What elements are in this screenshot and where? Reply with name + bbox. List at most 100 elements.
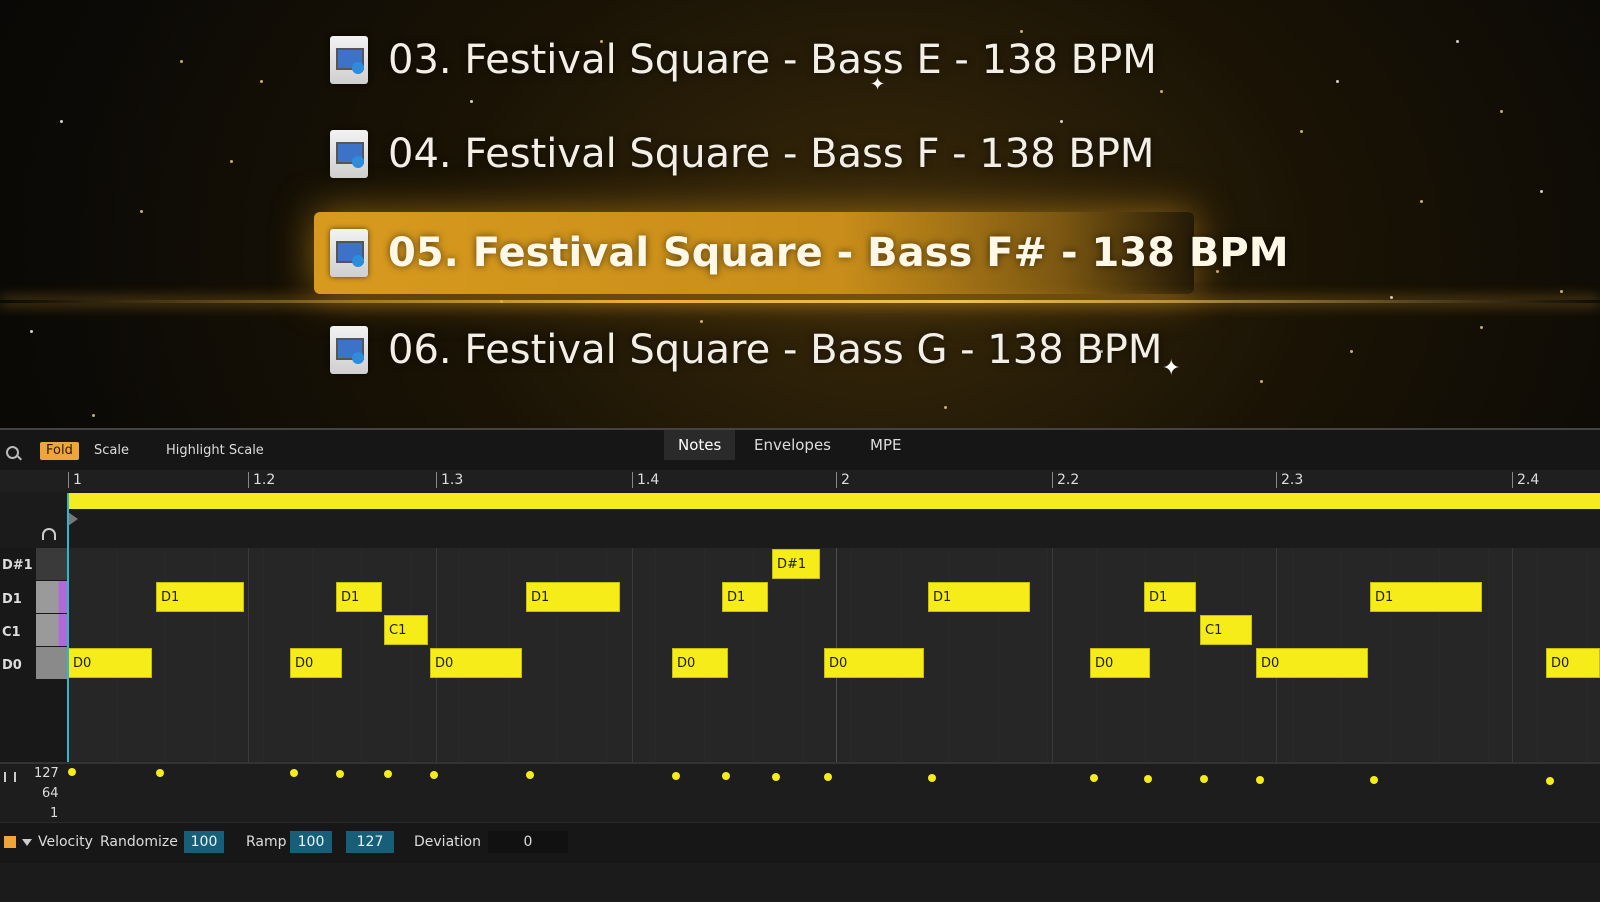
collapse-icon[interactable]: [4, 836, 16, 848]
midi-note[interactable]: D#1: [772, 549, 820, 579]
velocity-dot[interactable]: [1256, 776, 1264, 784]
file-item[interactable]: 03. Festival Square - Bass E - 138 BPM: [330, 36, 1157, 84]
midi-note[interactable]: D1: [1144, 582, 1196, 612]
file-item[interactable]: 06. Festival Square - Bass G - 138 BPM: [330, 326, 1162, 374]
file-item-label: 06. Festival Square - Bass G - 138 BPM: [388, 327, 1163, 373]
randomize-value[interactable]: 100: [184, 831, 224, 853]
midi-note[interactable]: D0: [68, 648, 152, 678]
midi-note[interactable]: D1: [336, 582, 382, 612]
velocity-label: Velocity: [38, 834, 93, 850]
velocity-dot[interactable]: [526, 771, 534, 779]
midi-note[interactable]: C1: [1200, 615, 1252, 645]
highlight-scale-toggle[interactable]: Highlight Scale: [160, 442, 270, 460]
file-item-label: 03. Festival Square - Bass E - 138 BPM: [388, 37, 1157, 83]
ramp-start-value[interactable]: 100: [290, 831, 332, 853]
velocity-dot[interactable]: [672, 772, 680, 780]
piano-key[interactable]: [36, 647, 68, 679]
deviation-value[interactable]: 0: [488, 831, 568, 853]
tab-mpe[interactable]: MPE: [856, 430, 915, 460]
midi-note[interactable]: D1: [1370, 582, 1482, 612]
sparkle-icon: ✦: [1162, 356, 1181, 381]
file-item-label: 05. Festival Square - Bass F# - 138 BPM: [388, 230, 1289, 276]
midi-note[interactable]: D1: [928, 582, 1030, 612]
midi-file-icon: [330, 36, 368, 84]
ramp-button[interactable]: Ramp: [246, 831, 287, 853]
velocity-scale-label: 127: [34, 766, 59, 781]
piano-key[interactable]: [36, 614, 68, 646]
key-label: D0: [2, 658, 22, 673]
deviation-label: Deviation: [414, 834, 481, 850]
note-grid[interactable]: D0 D1 D0 D1 C1 D0 D1 D0 D1 D#1 D0 D1 D0 D1 C1 D0 D1 D0: [68, 548, 1600, 762]
velocity-dot[interactable]: [928, 774, 936, 782]
ruler-tick: 2.4: [1512, 472, 1539, 488]
velocity-dot[interactable]: [156, 769, 164, 777]
midi-file-icon: [330, 130, 368, 178]
midi-note[interactable]: D0: [672, 648, 728, 678]
velocity-dot[interactable]: [430, 771, 438, 779]
velocity-icon: [4, 772, 16, 782]
grid-line: [1052, 548, 1053, 762]
tab-envelopes[interactable]: Envelopes: [740, 430, 845, 460]
piano-keys: D#1 D1 C1 D0: [0, 528, 68, 762]
file-item[interactable]: 04. Festival Square - Bass F - 138 BPM: [330, 130, 1154, 178]
velocity-dot[interactable]: [1200, 775, 1208, 783]
midi-file-icon: [330, 326, 368, 374]
midi-note[interactable]: C1: [384, 615, 428, 645]
piano-key[interactable]: [36, 548, 68, 580]
midi-note[interactable]: D0: [1546, 648, 1600, 678]
file-item-label: 04. Festival Square - Bass F - 138 BPM: [388, 131, 1155, 177]
piano-roll-panel: Fold Scale Highlight Scale Notes Envelop…: [0, 428, 1600, 902]
time-ruler[interactable]: 1 1.2 1.3 1.4 2 2.2 2.3 2.4: [0, 470, 1600, 492]
tab-notes[interactable]: Notes: [664, 430, 736, 460]
headphone-icon[interactable]: [42, 528, 56, 540]
midi-note[interactable]: D0: [1256, 648, 1368, 678]
start-marker-icon[interactable]: [68, 512, 78, 526]
velocity-dot[interactable]: [1144, 775, 1152, 783]
velocity-dot[interactable]: [1370, 776, 1378, 784]
loop-brace[interactable]: [68, 493, 1600, 509]
ruler-tick: 1.2: [248, 472, 275, 488]
ruler-tick: 2: [836, 472, 850, 488]
velocity-dot[interactable]: [384, 770, 392, 778]
ruler-tick: 2.2: [1052, 472, 1079, 488]
velocity-dot[interactable]: [722, 772, 730, 780]
ruler-tick: 2.3: [1276, 472, 1303, 488]
ruler-tick: 1.4: [632, 472, 659, 488]
midi-note[interactable]: D0: [290, 648, 342, 678]
velocity-dot[interactable]: [68, 768, 76, 776]
velocity-toolbar: Velocity Randomize 100 Ramp 100 127 Devi…: [0, 822, 1600, 863]
key-label: C1: [2, 625, 21, 640]
velocity-dot[interactable]: [824, 773, 832, 781]
midi-file-icon: [330, 229, 368, 277]
velocity-dot[interactable]: [1546, 777, 1554, 785]
file-item-selected[interactable]: 05. Festival Square - Bass F# - 138 BPM: [314, 212, 1289, 294]
ramp-end-value[interactable]: 127: [346, 831, 394, 853]
grid-line: [248, 548, 249, 762]
ruler-tick: 1: [68, 472, 82, 488]
randomize-button[interactable]: Randomize: [100, 831, 178, 853]
velocity-dot[interactable]: [1090, 774, 1098, 782]
piano-roll-toolbar: Fold Scale Highlight Scale Notes Envelop…: [0, 430, 1600, 470]
midi-note[interactable]: D1: [156, 582, 244, 612]
midi-note[interactable]: D0: [824, 648, 924, 678]
grid-line: [632, 548, 633, 762]
midi-note[interactable]: D1: [526, 582, 620, 612]
velocity-dot[interactable]: [772, 773, 780, 781]
grid-line: [1512, 548, 1513, 762]
search-icon[interactable]: [6, 446, 19, 459]
file-browser: 03. Festival Square - Bass E - 138 BPM 0…: [0, 0, 1600, 420]
scale-button[interactable]: Scale: [88, 442, 135, 460]
velocity-scale-label: 64: [42, 786, 59, 801]
key-label: D#1: [2, 558, 33, 573]
velocity-lane[interactable]: 127 64 1: [0, 762, 1600, 824]
midi-note[interactable]: D0: [430, 648, 522, 678]
key-label: D1: [2, 592, 22, 607]
velocity-dot[interactable]: [336, 770, 344, 778]
midi-note[interactable]: D0: [1090, 648, 1150, 678]
velocity-dot[interactable]: [290, 769, 298, 777]
sparkle-icon: ✦: [870, 74, 886, 95]
fold-button[interactable]: Fold: [40, 442, 79, 460]
midi-note[interactable]: D1: [722, 582, 768, 612]
piano-key[interactable]: [36, 581, 68, 613]
chevron-down-icon[interactable]: [22, 839, 32, 846]
